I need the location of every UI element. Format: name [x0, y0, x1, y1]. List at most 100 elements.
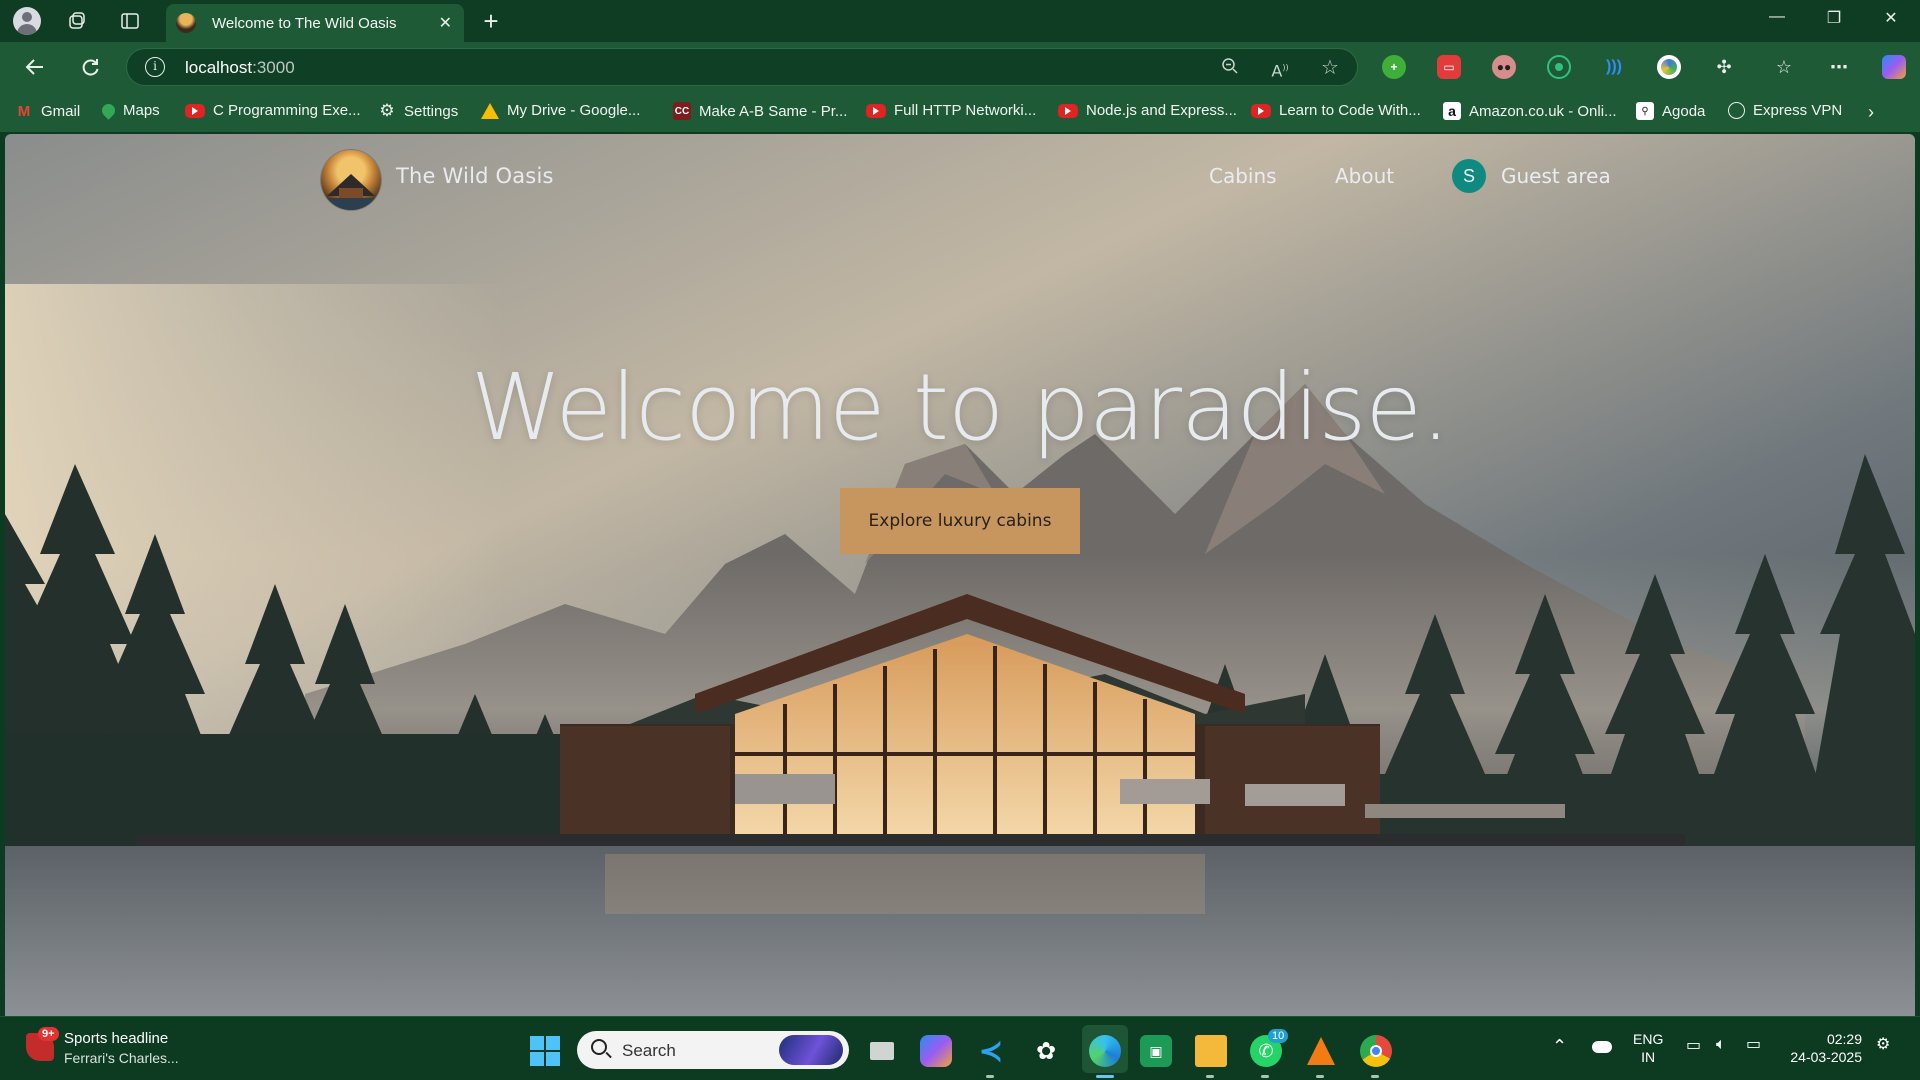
extension-wave-icon[interactable]: ))): [1602, 55, 1626, 79]
extension-eyes-icon[interactable]: ●●: [1492, 55, 1516, 79]
youtube-icon: [1251, 103, 1271, 118]
edge-browser-icon[interactable]: [1089, 1035, 1121, 1067]
favorites-icon[interactable]: ☆: [1772, 55, 1796, 79]
minimize-button[interactable]: —: [1757, 8, 1797, 26]
browser-title-bar: Welcome to The Wild Oasis ✕ + — ❐ ✕: [0, 0, 1920, 42]
hero-background-image: [5, 134, 1915, 1016]
bookmark-label: Settings: [404, 102, 459, 120]
bookmark-label: Learn to Code With...: [1279, 102, 1421, 119]
bookmarks-more-chevron-icon[interactable]: ›: [1868, 102, 1874, 123]
search-icon: [591, 1039, 607, 1055]
volume-icon[interactable]: 🔈︎: [1716, 1036, 1726, 1054]
vscode-icon[interactable]: ≺: [975, 1035, 1007, 1068]
onedrive-cloud-icon[interactable]: [1592, 1037, 1612, 1053]
page-viewport: The Wild Oasis Cabins About S Guest area…: [5, 134, 1915, 1016]
news-subtitle: Ferrari's Charles...: [64, 1050, 179, 1066]
address-url[interactable]: localhost:3000: [185, 58, 295, 78]
bookmark-full-http[interactable]: Full HTTP Networki...: [866, 102, 1036, 119]
bookmark-nodejs[interactable]: Node.js and Express...: [1058, 102, 1237, 119]
agoda-icon: ⚲: [1636, 102, 1654, 120]
hero-title: Welcome to paradise.: [470, 354, 1450, 461]
bookmark-c-programming[interactable]: C Programming Exe...: [185, 102, 361, 119]
chatgpt-icon[interactable]: ✿: [1030, 1035, 1062, 1067]
more-menu-icon[interactable]: ⋯: [1827, 55, 1851, 79]
youtube-icon: [185, 103, 205, 118]
refresh-icon[interactable]: [76, 53, 104, 81]
bookmark-label: My Drive - Google...: [507, 102, 641, 119]
guest-area-label: Guest area: [1501, 164, 1611, 188]
bookmark-label: Maps: [123, 102, 160, 119]
bookmark-label: C Programming Exe...: [213, 102, 361, 119]
favorite-star-icon[interactable]: ☆: [1319, 57, 1341, 79]
bookmarks-bar: M Gmail Maps C Programming Exe... ⚙ Settin…: [0, 92, 1920, 132]
back-arrow-icon[interactable]: [21, 53, 49, 81]
nav-guest-area-link[interactable]: S Guest area: [1452, 159, 1611, 193]
explore-luxury-cabins-button[interactable]: Explore luxury cabins: [840, 488, 1080, 554]
edge-running-indicator: [1096, 1075, 1114, 1078]
extension-plus-icon[interactable]: +: [1382, 55, 1406, 79]
bookmark-label: Gmail: [41, 102, 81, 120]
tab-close-icon[interactable]: ✕: [439, 13, 452, 33]
file-explorer-icon[interactable]: [1195, 1035, 1227, 1067]
copilot-app-icon[interactable]: [920, 1035, 952, 1067]
site-info-icon[interactable]: i: [145, 57, 165, 77]
bookmark-amazon[interactable]: a Amazon.co.uk - Onli...: [1443, 102, 1617, 120]
profile-avatar-icon[interactable]: [13, 7, 41, 35]
globe-icon: [1728, 102, 1745, 119]
network-icon[interactable]: ▭: [1686, 1037, 1701, 1055]
restore-button[interactable]: ❐: [1814, 8, 1854, 28]
bookmark-learn-to-code[interactable]: Learn to Code With...: [1251, 102, 1421, 119]
bookmark-label: Amazon.co.uk - Onli...: [1469, 102, 1617, 120]
clock[interactable]: 02:29 24-03-2025: [1782, 1030, 1862, 1066]
notifications-icon[interactable]: ⚙: [1876, 1036, 1890, 1054]
classroom-icon[interactable]: ▣: [1140, 1035, 1172, 1067]
windows-start-icon[interactable]: [530, 1036, 560, 1066]
bookmark-agoda[interactable]: ⚲ Agoda: [1636, 102, 1705, 120]
search-highlight-art-icon: [779, 1035, 843, 1065]
task-view-icon[interactable]: [866, 1035, 898, 1067]
read-aloud-icon[interactable]: A)): [1269, 57, 1291, 80]
chrome-icon[interactable]: [1360, 1035, 1392, 1067]
extension-target-icon[interactable]: [1547, 55, 1571, 79]
show-hidden-icons-chevron-icon[interactable]: ⌃: [1552, 1037, 1567, 1055]
whatsapp-badge: 10: [1268, 1029, 1289, 1043]
site-header: The Wild Oasis Cabins About S Guest area: [5, 134, 1915, 224]
taskbar-search-box[interactable]: Search: [577, 1031, 849, 1069]
youtube-icon: [866, 103, 886, 118]
workspaces-icon[interactable]: [63, 7, 91, 35]
address-bar[interactable]: i localhost:3000 A)) ☆: [126, 48, 1358, 86]
vscode-running-indicator: [986, 1075, 994, 1078]
copilot-icon[interactable]: [1882, 55, 1906, 79]
clock-time: 02:29: [1826, 1031, 1862, 1047]
extension-red-icon[interactable]: ▭: [1437, 55, 1461, 79]
language-indicator[interactable]: ENG IN: [1633, 1030, 1663, 1066]
explorer-running-indicator: [1206, 1075, 1214, 1078]
close-window-button[interactable]: ✕: [1871, 8, 1911, 28]
search-label: Search: [622, 1041, 676, 1060]
browser-tab-active[interactable]: Welcome to The Wild Oasis ✕: [166, 4, 464, 42]
vertical-tabs-icon[interactable]: [116, 7, 144, 35]
language-line2: IN: [1641, 1049, 1656, 1065]
battery-icon[interactable]: ▭: [1746, 1036, 1761, 1054]
bookmark-maps[interactable]: Maps: [99, 101, 160, 120]
wild-oasis-logo-icon[interactable]: [321, 150, 381, 210]
zoom-out-icon[interactable]: [1219, 57, 1241, 79]
gear-icon: ⚙: [379, 101, 395, 120]
new-tab-button[interactable]: +: [477, 6, 505, 36]
url-port: :3000: [252, 58, 295, 77]
brand-name[interactable]: The Wild Oasis: [396, 164, 554, 188]
extensions-puzzle-icon[interactable]: ✣: [1712, 55, 1736, 79]
bookmark-gmail[interactable]: M Gmail: [15, 102, 80, 120]
bookmark-label: Node.js and Express...: [1086, 102, 1237, 119]
extension-globe-icon[interactable]: [1657, 55, 1681, 79]
windows-taskbar: 9+ Sports headline Ferrari's Charles... …: [0, 1016, 1920, 1080]
bookmark-my-drive[interactable]: My Drive - Google...: [481, 102, 640, 119]
language-line1: ENG: [1633, 1031, 1664, 1047]
bookmark-make-ab-same[interactable]: CC Make A-B Same - Pr...: [673, 102, 847, 120]
bookmark-express-vpn[interactable]: Express VPN: [1728, 102, 1842, 119]
vlc-icon[interactable]: [1305, 1035, 1337, 1067]
nav-cabins-link[interactable]: Cabins: [1209, 164, 1277, 188]
vlc-running-indicator: [1316, 1075, 1324, 1078]
bookmark-settings[interactable]: ⚙ Settings: [378, 101, 459, 120]
nav-about-link[interactable]: About: [1335, 164, 1394, 188]
